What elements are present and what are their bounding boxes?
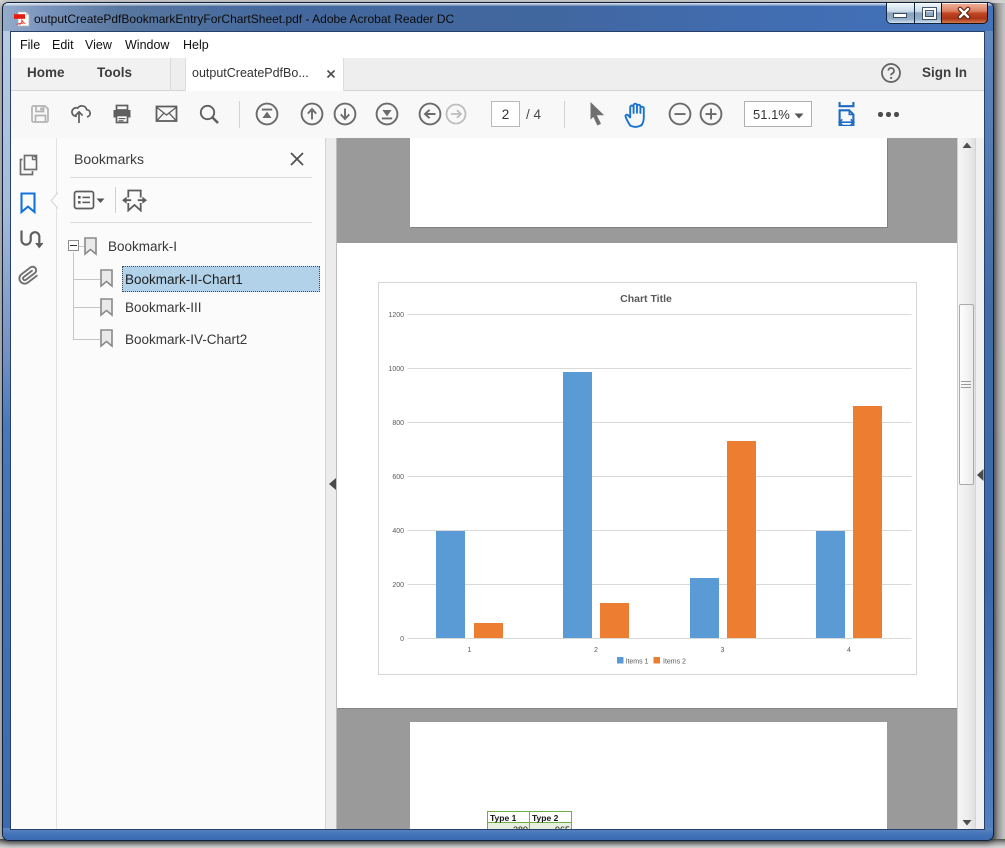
svg-text:1000: 1000 bbox=[388, 366, 404, 373]
svg-text:3: 3 bbox=[721, 647, 725, 654]
svg-text:Items 1: Items 1 bbox=[626, 659, 649, 666]
svg-text:800: 800 bbox=[392, 420, 404, 427]
svg-text:4: 4 bbox=[847, 647, 851, 654]
svg-text:600: 600 bbox=[392, 474, 404, 481]
svg-text:1200: 1200 bbox=[388, 312, 404, 319]
svg-text:200: 200 bbox=[392, 582, 404, 589]
svg-text:400: 400 bbox=[392, 528, 404, 535]
svg-text:1: 1 bbox=[468, 647, 472, 654]
svg-text:2: 2 bbox=[594, 647, 598, 654]
svg-text:Items 2: Items 2 bbox=[663, 659, 686, 666]
svg-text:0: 0 bbox=[400, 636, 404, 643]
svg-text:Chart Title: Chart Title bbox=[620, 293, 672, 305]
